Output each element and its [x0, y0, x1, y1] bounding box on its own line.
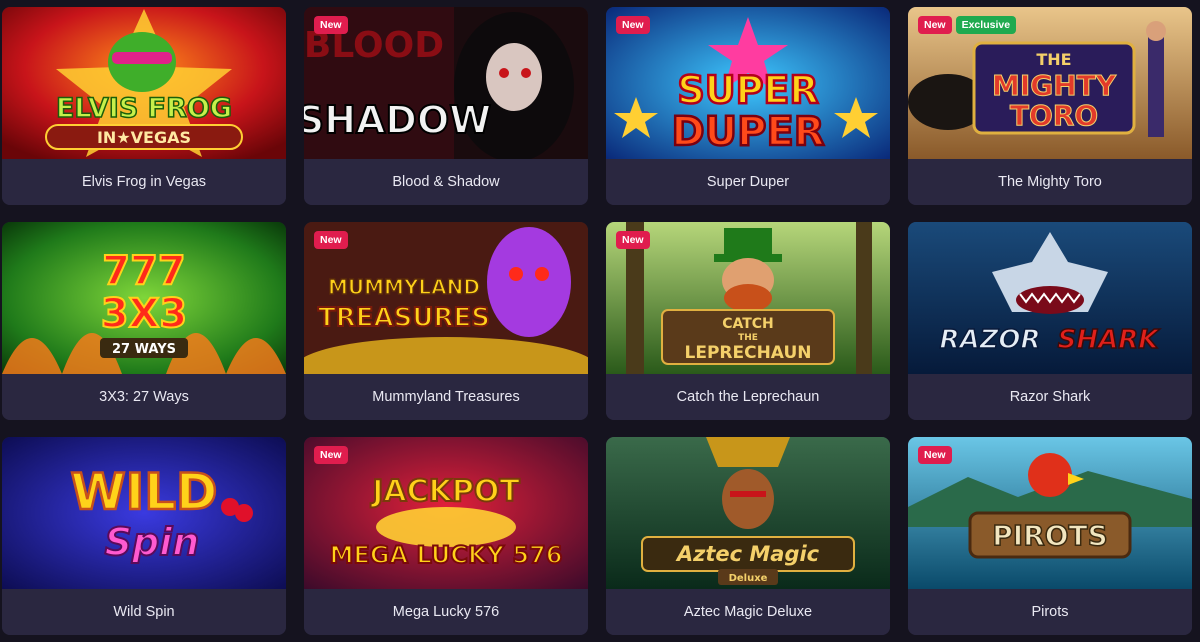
new-badge: New [616, 16, 650, 34]
game-thumbnail[interactable]: WILD Spin [2, 437, 286, 589]
game-title[interactable]: Mummyland Treasures [304, 374, 588, 420]
svg-text:27 WAYS: 27 WAYS [112, 342, 176, 357]
svg-text:LEPRECHAUN: LEPRECHAUN [685, 343, 812, 363]
svg-text:MEGA LUCKY 576: MEGA LUCKY 576 [330, 541, 563, 569]
wild-spin-art: WILD Spin [2, 437, 286, 589]
game-thumbnail[interactable]: RAZOR SHARK [908, 222, 1192, 374]
svg-text:THE: THE [738, 333, 758, 343]
game-card-3x3-27-ways[interactable]: 777 3X3 27 WAYS 3X3: 27 Ways [2, 222, 286, 420]
svg-text:Spin: Spin [105, 520, 200, 564]
badge-group: New [314, 16, 348, 34]
svg-text:MUMMYLAND: MUMMYLAND [328, 275, 480, 299]
svg-text:RAZOR: RAZOR [939, 325, 1040, 355]
game-card-elvis-frog-in-vegas[interactable]: ELVIS FROG IN★VEGAS Elvis Frog in Vegas [2, 7, 286, 205]
svg-text:3X3: 3X3 [101, 291, 188, 337]
svg-text:JACKPOT: JACKPOT [370, 474, 520, 509]
razor-shark-art: RAZOR SHARK [908, 222, 1192, 374]
svg-text:TREASURES: TREASURES [318, 303, 490, 333]
svg-text:THE: THE [1036, 50, 1071, 69]
badge-group: New [314, 446, 348, 464]
svg-text:MIGHTY: MIGHTY [992, 69, 1117, 102]
game-title[interactable]: The Mighty Toro [908, 159, 1192, 205]
svg-text:SHARK: SHARK [1058, 325, 1161, 355]
game-title[interactable]: Super Duper [606, 159, 890, 205]
game-title[interactable]: Blood & Shadow [304, 159, 588, 205]
game-title[interactable]: Elvis Frog in Vegas [2, 159, 286, 205]
3x3-27-ways-art: 777 3X3 27 WAYS [2, 222, 286, 374]
game-card-pirots[interactable]: PIROTS New Pirots [908, 437, 1192, 635]
svg-text:TORO: TORO [1010, 99, 1098, 132]
svg-text:WILD: WILD [70, 463, 217, 521]
new-badge: New [314, 231, 348, 249]
game-card-super-duper[interactable]: SUPER DUPER New Super Duper [606, 7, 890, 205]
game-title[interactable]: Mega Lucky 576 [304, 589, 588, 635]
game-title[interactable]: Aztec Magic Deluxe [606, 589, 890, 635]
badge-group: New [314, 231, 348, 249]
badge-group: New [616, 16, 650, 34]
aztec-magic-deluxe-art: Aztec Magic Deluxe [606, 437, 890, 589]
badge-group: New Exclusive [918, 16, 1017, 34]
game-thumbnail[interactable]: 777 3X3 27 WAYS [2, 222, 286, 374]
svg-text:DUPER: DUPER [671, 109, 824, 155]
elvis-frog-art: ELVIS FROG IN★VEGAS [2, 7, 286, 159]
svg-text:777: 777 [102, 248, 186, 294]
badge-group: New [616, 231, 650, 249]
svg-text:SUPER: SUPER [677, 68, 818, 112]
game-card-wild-spin[interactable]: WILD Spin Wild Spin [2, 437, 286, 635]
game-title[interactable]: Catch the Leprechaun [606, 374, 890, 420]
game-card-the-mighty-toro[interactable]: THE MIGHTY TORO New Exclusive The Mighty… [908, 7, 1192, 205]
game-title[interactable]: 3X3: 27 Ways [2, 374, 286, 420]
game-card-aztec-magic-deluxe[interactable]: Aztec Magic Deluxe Aztec Magic Deluxe [606, 437, 890, 635]
games-grid: ELVIS FROG IN★VEGAS Elvis Frog in Vegas … [0, 0, 1200, 642]
game-title[interactable]: Razor Shark [908, 374, 1192, 420]
new-badge: New [314, 446, 348, 464]
game-card-mummyland-treasures[interactable]: MUMMYLAND TREASURES New Mummyland Treasu… [304, 222, 588, 420]
game-card-mega-lucky-576[interactable]: JACKPOT MEGA LUCKY 576 New Mega Lucky 57… [304, 437, 588, 635]
svg-text:CATCH: CATCH [722, 316, 774, 332]
new-badge: New [616, 231, 650, 249]
game-card-catch-the-leprechaun[interactable]: CATCH THE LEPRECHAUN New Catch the Lepre… [606, 222, 890, 420]
new-badge: New [918, 446, 952, 464]
svg-text:Aztec Magic: Aztec Magic [675, 542, 820, 566]
svg-text:PIROTS: PIROTS [992, 519, 1108, 552]
svg-text:ELVIS FROG: ELVIS FROG [56, 93, 232, 124]
game-title[interactable]: Wild Spin [2, 589, 286, 635]
svg-text:SHADOW: SHADOW [304, 98, 491, 142]
game-thumbnail[interactable]: Aztec Magic Deluxe [606, 437, 890, 589]
game-card-blood-and-shadow[interactable]: BLOOD SHADOW New Blood & Shadow [304, 7, 588, 205]
game-title[interactable]: Pirots [908, 589, 1192, 635]
game-thumbnail[interactable]: ELVIS FROG IN★VEGAS [2, 7, 286, 159]
badge-group: New [918, 446, 952, 464]
game-card-razor-shark[interactable]: RAZOR SHARK Razor Shark [908, 222, 1192, 420]
exclusive-badge: Exclusive [955, 16, 1017, 34]
new-badge: New [918, 16, 952, 34]
svg-text:IN★VEGAS: IN★VEGAS [97, 128, 191, 147]
new-badge: New [314, 16, 348, 34]
svg-text:Deluxe: Deluxe [729, 573, 768, 584]
